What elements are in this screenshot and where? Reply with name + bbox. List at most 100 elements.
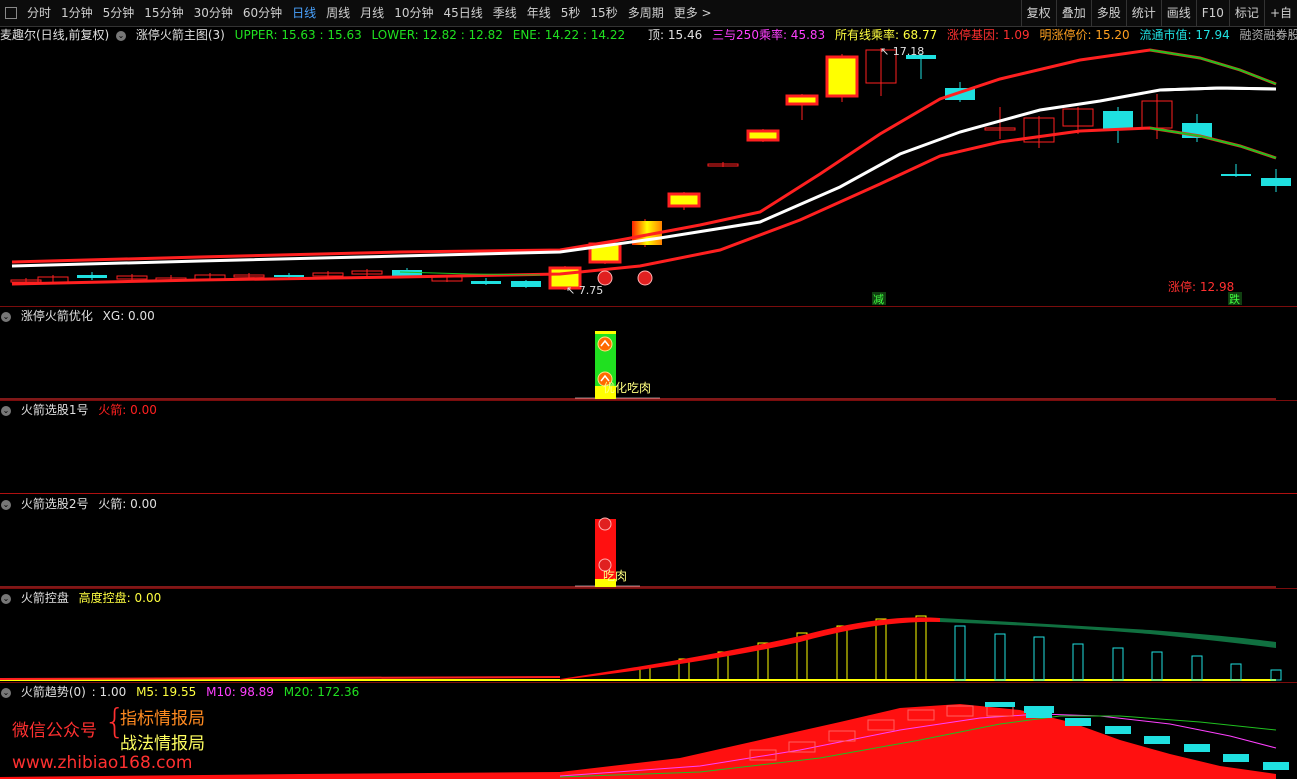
volume-bar [994,633,1006,681]
next-limit-value: 明涨停价: 15.20 [1039,28,1130,42]
candle-body-down [1221,174,1251,176]
all-ratio-value: 所有线乘率: 68.77 [835,28,938,42]
toolbar-btn-5[interactable]: F10 [1195,0,1229,26]
float-value: 流通市值: 17.94 [1139,28,1230,42]
trend-candle-down [1105,726,1131,734]
p5-name[interactable]: 火箭趋势(0) [21,685,86,699]
chevron-down-icon[interactable]: ⌄ [1,593,11,604]
low-label: ↖ 7.75 [566,284,603,297]
rocket-ball-icon [598,517,612,531]
main-panel-title: 麦趣尔(日线,前复权) ⌄ 涨停火箭主图(3) UPPER: 15.63 : 1… [0,27,631,43]
right-toolbar: 复权 叠加 多股 统计 画线 F10 标记 +自 [1020,0,1297,26]
p5-v1: : 1.00 [91,685,127,699]
rocket-ball-icon [637,270,653,286]
period-tab-7[interactable]: 周线 [321,0,355,26]
chevron-down-icon[interactable]: ⌄ [116,30,127,41]
period-tab-11[interactable]: 季线 [488,0,522,26]
toolbar-btn-3[interactable]: 统计 [1125,0,1161,26]
volume-bar [875,618,887,681]
candle-body-limitup [785,94,819,106]
period-tab-0[interactable]: 分时 [22,0,56,26]
period-tab-15[interactable]: 多周期 [623,0,669,26]
period-tab-14[interactable]: 15秒 [585,0,622,26]
control-ribbon-red [560,617,940,680]
trend-candle-down [1263,762,1289,770]
toolbar-btn-4[interactable]: 画线 [1160,0,1196,26]
trend-candle-down [1144,736,1170,744]
candle-body-down [77,275,107,278]
period-tab-8[interactable]: 月线 [355,0,389,26]
p1-name[interactable]: 涨停火箭优化 [21,309,93,323]
p1-value: XG: 0.00 [102,309,155,323]
chevron-down-icon[interactable]: ⌄ [1,311,11,322]
period-tab-2[interactable]: 5分钟 [98,0,140,26]
period-tab-4[interactable]: 30分钟 [189,0,238,26]
p2-title: ⌄ 火箭选股1号 火箭: 0.00 [0,402,163,418]
toolbar-btn-6[interactable]: 标记 [1228,0,1264,26]
high-label: ↖ 17.18 [880,45,924,58]
p4-name[interactable]: 火箭控盘 [21,591,69,605]
stock-name[interactable]: 麦趣尔(日线,前复权) [0,28,109,42]
volume-bar [1270,669,1282,681]
toolbar-btn-2[interactable]: 多股 [1090,0,1126,26]
candle-body-down [511,281,541,287]
period-toolbar: 分时 1分钟 5分钟 15分钟 30分钟 60分钟 日线 周线 月线 10分钟 45日线 季线 年线 5秒… [0,0,1297,27]
diamond-icon[interactable]: ◇ [1277,28,1285,41]
p4-value: 高度控盘: 0.00 [78,591,162,605]
p2-value: 火箭: 0.00 [98,403,157,417]
chevron-down-icon[interactable]: ⌄ [1,405,11,416]
volume-bar [1112,647,1124,681]
p5-m20: M20: 172.36 [283,685,360,699]
ratio250-value: 三与250乘率: 45.83 [712,28,826,42]
p3-name[interactable]: 火箭选股2号 [21,497,89,511]
period-tabs: 分时 1分钟 5分钟 15分钟 30分钟 60分钟 日线 周线 月线 10分钟 45日线 季线 年线 5秒… [22,0,717,26]
period-tab-13[interactable]: 5秒 [556,0,586,26]
control-ribbon-green [940,618,1276,648]
toolbar-btn-0[interactable]: 复权 [1020,0,1056,26]
period-tab-3[interactable]: 15分钟 [139,0,188,26]
chevron-left-icon[interactable]: ‹ [1289,28,1293,41]
period-tab-6[interactable]: 日线 [287,0,321,26]
p5-title: ⌄ 火箭趋势(0) : 1.00 M5: 19.55 M10: 98.89 M2… [0,684,365,700]
period-tab-5[interactable]: 60分钟 [238,0,287,26]
trend-candle-down [1065,718,1091,726]
period-tab-16[interactable]: 更多 > [669,0,717,26]
period-tab-10[interactable]: 45日线 [438,0,487,26]
candle-body-limitup [746,129,780,142]
panel-controls[interactable]: ◇ ‹ [1277,28,1293,41]
panel-divider [0,493,1297,494]
indicator-name[interactable]: 涨停火箭主图(3) [136,28,225,42]
p3-chart: 吃肉 [0,517,1276,588]
toolbar-btn-7[interactable]: +自 [1263,0,1297,26]
p2-name[interactable]: 火箭选股1号 [21,403,89,417]
candle-body-limitup [667,192,701,208]
grid-icon[interactable] [5,7,17,19]
chevron-down-icon[interactable]: ⌄ [1,687,11,698]
p1-title: ⌄ 涨停火箭优化 XG: 0.00 [0,308,161,324]
candle-body-down [274,275,304,277]
period-tab-9[interactable]: 10分钟 [389,0,438,26]
volume-bar [954,625,966,681]
middle-band [11,86,1277,268]
period-tab-12[interactable]: 年线 [522,0,556,26]
upper-value: UPPER: 15.63 : 15.63 [234,28,362,42]
trend-candle-top2 [1024,706,1054,713]
p4-chart [0,615,1282,681]
watermark-line1: 指标情报局 [120,709,205,729]
trend-candle-top [985,702,1015,707]
watermark-line2: 战法情报局 [120,734,205,754]
trend-candle-down [1223,754,1249,762]
toolbar-btn-1[interactable]: 叠加 [1055,0,1091,26]
watermark-left: 微信公众号 [12,721,97,741]
control-line [0,676,561,680]
candlestick-chart[interactable]: ↖ 17.18 ↖ 7.75 涨停: 12.98 减 跌 [0,44,1297,306]
arrow-up-icon [597,336,613,352]
p3-title: ⌄ 火箭选股2号 火箭: 0.00 [0,496,163,512]
top-value: 顶: 15.46 [648,28,703,42]
upper-band-green [1149,49,1277,85]
period-tab-1[interactable]: 1分钟 [56,0,98,26]
volume-bar [1072,643,1084,681]
candle-body-down [1103,111,1133,129]
mid-band-tail [1159,86,1277,92]
chevron-down-icon[interactable]: ⌄ [1,499,11,510]
